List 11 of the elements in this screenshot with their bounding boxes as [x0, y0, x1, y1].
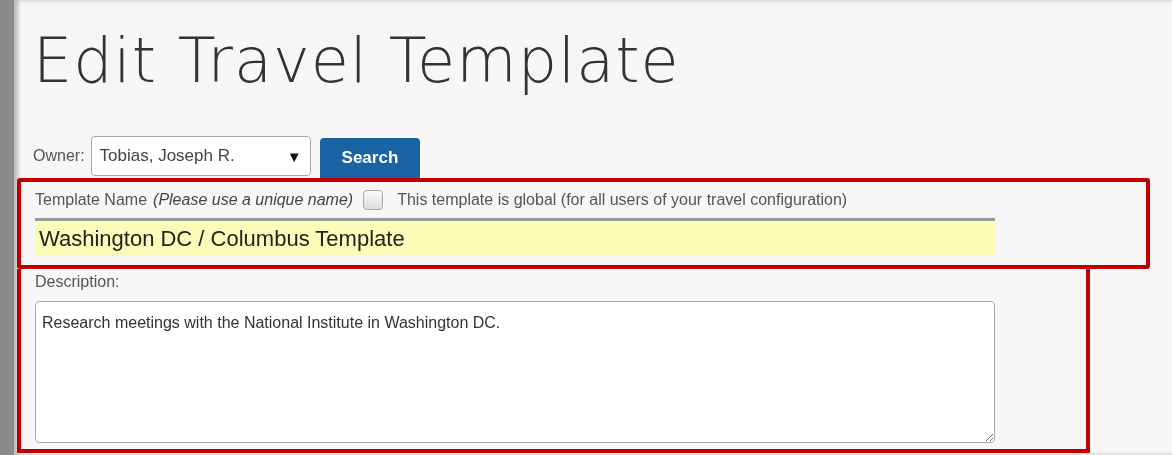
template-name-field[interactable]: Washington DC / Columbus Template	[35, 218, 995, 256]
owner-label: Owner:	[33, 147, 85, 165]
template-name-hint: (Please use a unique name)	[153, 191, 354, 209]
owner-dropdown[interactable]: Tobias, Joseph R. ▼	[90, 136, 311, 176]
global-checkbox[interactable]	[363, 190, 384, 210]
template-name-label: Template Name	[35, 191, 148, 209]
description-field[interactable]: Research meetings with the National Institute in Washington DC.	[35, 301, 995, 443]
description-label: Description:	[35, 273, 121, 291]
page-title: Edit Travel Template	[32, 23, 681, 99]
search-button[interactable]: Search	[319, 138, 421, 178]
global-label: This template is global (for all users of your travel configuration)	[397, 191, 848, 209]
